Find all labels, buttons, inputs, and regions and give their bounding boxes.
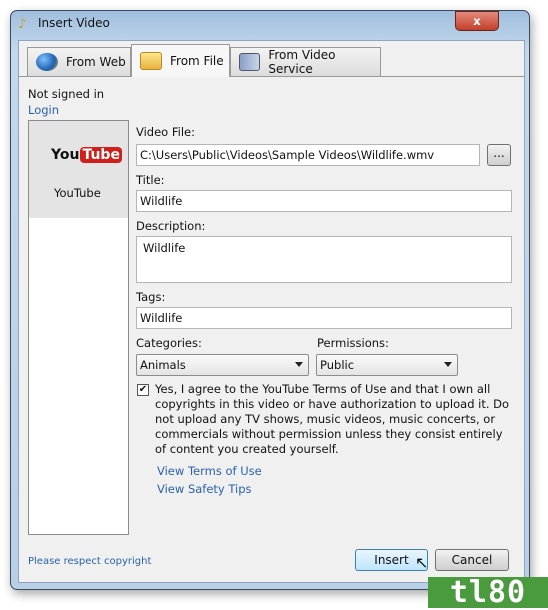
folder-icon — [140, 52, 162, 70]
chevron-down-icon — [444, 362, 452, 367]
categories-select[interactable]: Animals — [136, 354, 309, 376]
view-safety-tips-link[interactable]: View Safety Tips — [157, 482, 252, 496]
title-label: Title: — [136, 173, 165, 187]
service-item-youtube[interactable] — [29, 121, 128, 218]
description-textarea[interactable]: Wildlife — [136, 236, 512, 283]
globe-film-icon — [36, 53, 58, 71]
app-music-icon: ♪ — [18, 17, 27, 32]
window-title: Insert Video — [38, 16, 110, 30]
logo-text: Tube — [80, 147, 122, 163]
logo-text: You — [51, 147, 80, 163]
permissions-label: Permissions: — [317, 336, 389, 350]
tags-label: Tags: — [136, 290, 166, 304]
tab-from-web[interactable]: From Web — [27, 47, 131, 76]
chevron-down-icon — [295, 362, 303, 367]
agree-checkbox[interactable]: ✔ — [137, 384, 149, 396]
youtube-logo: You Tube — [51, 147, 122, 163]
browse-button[interactable]: ... — [487, 144, 511, 166]
mouse-cursor-icon: ↖ — [415, 553, 429, 572]
video-file-input[interactable]: C:\Users\Public\Videos\Sample Videos\Wil… — [136, 144, 480, 166]
tab-from-file[interactable]: From File — [131, 44, 230, 77]
selected-value: Public — [320, 358, 355, 372]
login-link[interactable]: Login — [28, 103, 59, 117]
cancel-button[interactable]: Cancel — [435, 549, 509, 571]
tab-label: From Web — [66, 55, 126, 69]
tab-divider — [18, 76, 525, 77]
view-terms-link[interactable]: View Terms of Use — [157, 464, 262, 478]
selected-value: Animals — [140, 358, 186, 372]
respect-copyright-link[interactable]: Please respect copyright — [28, 556, 151, 567]
tags-input[interactable]: Wildlife — [136, 307, 512, 329]
service-name: YouTube — [54, 186, 101, 200]
watermark-logo: tl80 — [428, 577, 548, 608]
permissions-select[interactable]: Public — [316, 354, 458, 376]
description-label: Description: — [136, 219, 206, 233]
tab-from-video-service[interactable]: From Video Service — [230, 47, 381, 76]
video-file-label: Video File: — [136, 125, 195, 139]
close-button[interactable]: x — [455, 11, 499, 31]
categories-label: Categories: — [136, 336, 202, 350]
title-input[interactable]: Wildlife — [136, 190, 512, 212]
agree-text: Yes, I agree to the YouTube Terms of Use… — [155, 382, 510, 456]
tab-label: From File — [170, 54, 224, 68]
film-play-icon — [239, 53, 261, 71]
tab-label: From Video Service — [268, 48, 336, 76]
sign-in-status: Not signed in — [28, 87, 105, 101]
